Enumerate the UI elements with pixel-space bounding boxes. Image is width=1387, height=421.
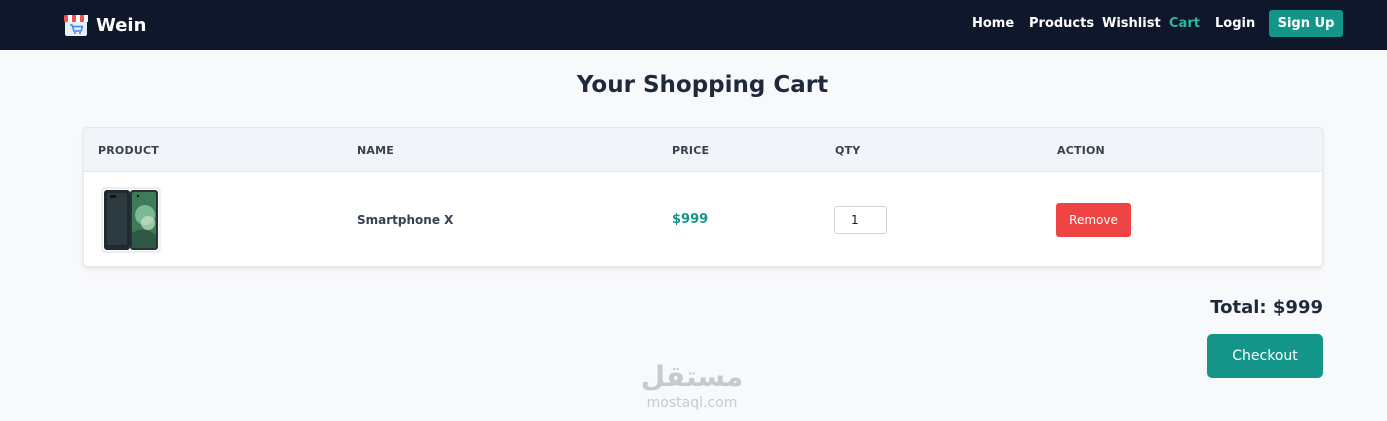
store-logo-icon bbox=[62, 11, 90, 39]
table-row: Smartphone X $999 Remove bbox=[84, 173, 1322, 266]
column-header-action: ACTION bbox=[1057, 144, 1105, 157]
product-name[interactable]: Smartphone X bbox=[357, 213, 453, 227]
cart-table: PRODUCT NAME PRICE QTY ACTION Smartphone… bbox=[83, 127, 1323, 267]
page-title: Your Shopping Cart bbox=[576, 72, 829, 98]
nav-link-products[interactable]: Products bbox=[1029, 16, 1094, 31]
column-header-name: NAME bbox=[357, 144, 394, 157]
product-price: $999 bbox=[672, 212, 709, 227]
brand[interactable]: Wein bbox=[62, 10, 146, 40]
column-header-product: PRODUCT bbox=[98, 144, 159, 157]
remove-button[interactable]: Remove bbox=[1056, 203, 1131, 237]
watermark-arabic-text: مستقل bbox=[640, 360, 744, 393]
checkout-button[interactable]: Checkout bbox=[1207, 334, 1323, 378]
nav-link-cart[interactable]: Cart bbox=[1169, 16, 1200, 31]
signup-button[interactable]: Sign Up bbox=[1269, 10, 1343, 37]
column-header-qty: QTY bbox=[835, 144, 861, 157]
watermark: مستقل mostaql.com bbox=[636, 360, 756, 418]
smartphone-image[interactable] bbox=[101, 187, 161, 253]
column-header-price: PRICE bbox=[672, 144, 710, 157]
cart-total: Total: $999 bbox=[1210, 297, 1323, 318]
nav-link-login[interactable]: Login bbox=[1215, 16, 1255, 31]
quantity-input[interactable] bbox=[834, 206, 887, 234]
table-header-row: PRODUCT NAME PRICE QTY ACTION bbox=[84, 128, 1322, 172]
watermark-latin-text: mostaql.com bbox=[646, 395, 738, 411]
brand-name: Wein bbox=[96, 14, 147, 36]
nav-link-wishlist[interactable]: Wishlist bbox=[1102, 16, 1161, 31]
nav-link-home[interactable]: Home bbox=[972, 16, 1014, 31]
top-navbar: Wein Home Products Wishlist Cart Login S… bbox=[0, 0, 1387, 50]
